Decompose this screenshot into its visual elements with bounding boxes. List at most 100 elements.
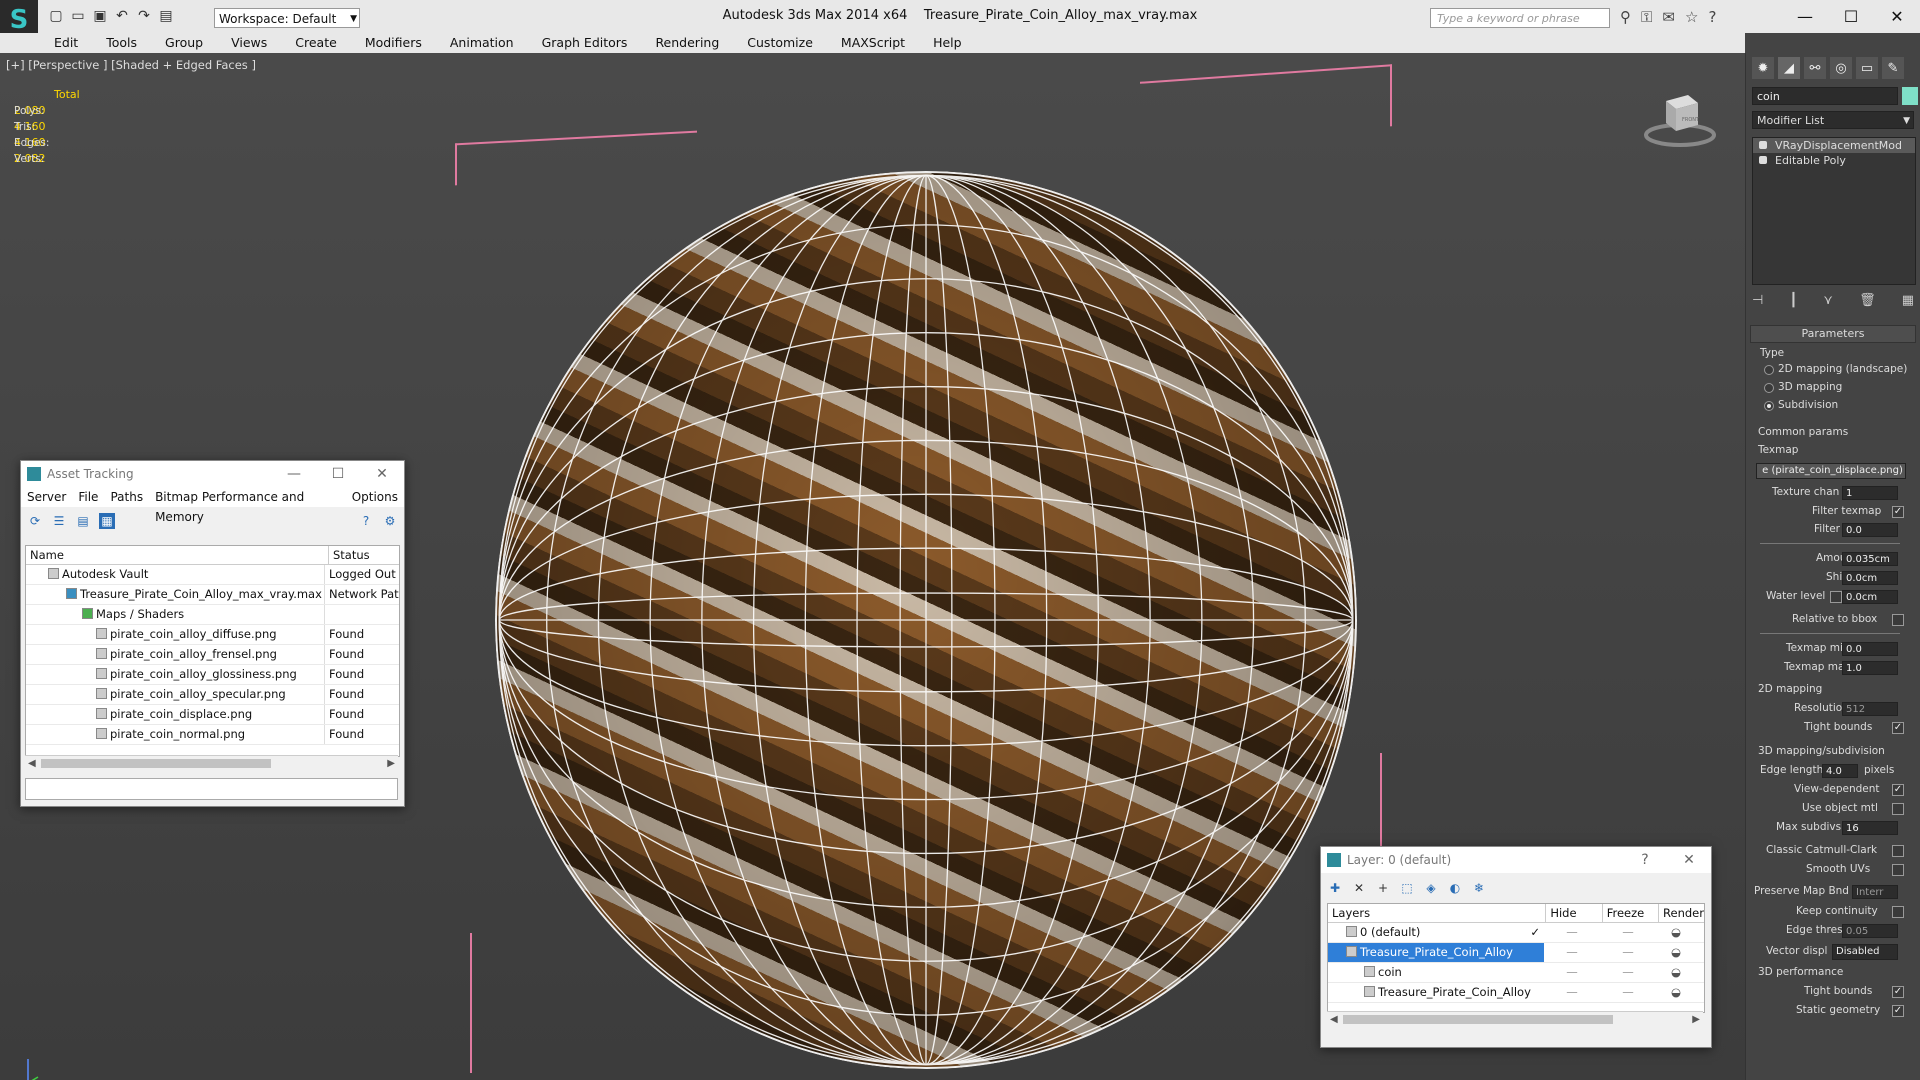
menu-help[interactable]: Help	[919, 33, 976, 53]
asset-tree-scrollbar[interactable]: ◀ ▶	[25, 755, 398, 771]
hierarchy-tab-icon[interactable]: ⚯	[1804, 57, 1826, 79]
hide-toggle[interactable]: —	[1544, 943, 1600, 962]
scrollbar-thumb[interactable]	[1343, 1015, 1613, 1024]
help-icon[interactable]: ?	[1708, 8, 1716, 26]
refresh-icon[interactable]: ⟳	[27, 513, 43, 529]
freeze-toggle[interactable]: —	[1600, 983, 1656, 1002]
minimize-icon[interactable]: —	[272, 461, 316, 487]
delete-layer-icon[interactable]: ✕	[1351, 880, 1367, 896]
layer-row[interactable]: 0 (default) ✓ — — ◒	[1328, 923, 1704, 943]
configure-sets-icon[interactable]: ▦	[1902, 293, 1914, 308]
asset-row[interactable]: Treasure_Pirate_Coin_Alloy_max_vray.max N…	[26, 585, 399, 605]
water-level-spinner[interactable]: 0.0cm	[1842, 590, 1898, 604]
parameters-rollout-header[interactable]: Parameters	[1750, 325, 1916, 343]
table-view-icon[interactable]: ▦	[99, 513, 115, 529]
scrollbar-thumb[interactable]	[41, 759, 271, 768]
filter-blur-spinner[interactable]: 0.0	[1842, 523, 1898, 537]
filter-texmap-checkbox[interactable]: ✓	[1892, 506, 1904, 518]
subscription-icon[interactable]: ⚿	[1641, 8, 1652, 26]
show-end-result-icon[interactable]: ┃	[1789, 293, 1797, 308]
maximize-icon[interactable]: ☐	[1828, 0, 1874, 33]
vector-displ-dropdown[interactable]: Disabled	[1832, 944, 1898, 960]
scroll-left-icon[interactable]: ◀	[1330, 1012, 1338, 1027]
water-level-checkbox[interactable]	[1830, 591, 1842, 603]
freeze-toggle[interactable]: —	[1600, 943, 1656, 962]
stack-item-vray-displacement[interactable]: VRayDisplacementMod	[1753, 138, 1915, 153]
tight-bounds-checkbox[interactable]: ✓	[1892, 722, 1904, 734]
radio-3d-mapping[interactable]	[1764, 383, 1774, 393]
tight-bounds-3d-checkbox[interactable]: ✓	[1892, 986, 1904, 998]
menu-modifiers[interactable]: Modifiers	[351, 33, 436, 53]
freeze-toggle[interactable]: —	[1600, 923, 1656, 942]
select-objects-icon[interactable]: ⬚	[1399, 880, 1415, 896]
binoculars-icon[interactable]: ⚲	[1620, 8, 1631, 26]
menu-customize[interactable]: Customize	[733, 33, 827, 53]
menu-rendering[interactable]: Rendering	[641, 33, 733, 53]
render-teapot-icon[interactable]: ◒	[1656, 943, 1696, 962]
close-icon[interactable]: ✕	[1874, 0, 1920, 33]
use-object-mtl-checkbox[interactable]	[1892, 803, 1904, 815]
menu-group[interactable]: Group	[151, 33, 217, 53]
search-input[interactable]: Type a keyword or phrase	[1430, 8, 1610, 28]
modifier-list-dropdown[interactable]: Modifier List ▼	[1752, 111, 1914, 129]
catmull-clark-checkbox[interactable]	[1892, 845, 1904, 857]
asset-row[interactable]: pirate_coin_normal.png Found	[26, 725, 399, 745]
motion-tab-icon[interactable]: ◎	[1830, 57, 1852, 79]
layer-dialog-titlebar[interactable]: Layer: 0 (default) ? ✕	[1321, 847, 1711, 873]
view-dependent-checkbox[interactable]: ✓	[1892, 784, 1904, 796]
menu-animation[interactable]: Animation	[436, 33, 528, 53]
texmap-button[interactable]: e (pirate_coin_displace.png)	[1756, 463, 1906, 479]
radio-2d-mapping[interactable]	[1764, 365, 1774, 375]
column-hide[interactable]: Hide	[1545, 904, 1601, 922]
column-name[interactable]: Name	[26, 546, 328, 564]
menu-paths[interactable]: Paths	[104, 487, 149, 507]
create-tab-icon[interactable]: ✹	[1752, 57, 1774, 79]
help-icon[interactable]: ?	[358, 513, 374, 529]
radio-subdivision[interactable]	[1764, 401, 1774, 411]
utilities-tab-icon[interactable]: ✎	[1882, 57, 1904, 79]
layer-row[interactable]: coin — — ◒	[1328, 963, 1704, 983]
menu-views[interactable]: Views	[217, 33, 281, 53]
object-color-swatch[interactable]	[1902, 87, 1918, 105]
static-geometry-checkbox[interactable]: ✓	[1892, 1005, 1904, 1017]
close-icon[interactable]: ✕	[1667, 847, 1711, 873]
column-status[interactable]: Status	[328, 546, 370, 564]
lightbulb-icon[interactable]	[1759, 141, 1767, 149]
edge-length-spinner[interactable]: 4.0	[1822, 764, 1858, 778]
asset-row[interactable]: pirate_coin_alloy_glossiness.png Found	[26, 665, 399, 685]
active-layer-check-icon[interactable]: ✓	[1530, 923, 1540, 942]
render-teapot-icon[interactable]: ◒	[1656, 983, 1696, 1002]
amount-spinner[interactable]: 0.035cm	[1842, 552, 1898, 566]
scroll-left-icon[interactable]: ◀	[28, 756, 36, 771]
hide-toggle[interactable]: —	[1544, 923, 1600, 942]
new-layer-icon[interactable]: ✚	[1327, 880, 1343, 896]
scroll-right-icon[interactable]: ▶	[1692, 1012, 1700, 1027]
shift-spinner[interactable]: 0.0cm	[1842, 571, 1898, 585]
menu-maxscript[interactable]: MAXScript	[827, 33, 919, 53]
menu-tools[interactable]: Tools	[92, 33, 151, 53]
display-tab-icon[interactable]: ▭	[1856, 57, 1878, 79]
detail-view-icon[interactable]: ▤	[75, 513, 91, 529]
layer-row[interactable]: Treasure_Pirate_Coin_Alloy — — ◒	[1328, 943, 1704, 963]
edge-thresh-spinner[interactable]: 0.05	[1842, 924, 1898, 938]
smooth-uvs-checkbox[interactable]	[1892, 864, 1904, 876]
asset-path-field[interactable]	[25, 778, 398, 800]
stack-item-editable-poly[interactable]: Editable Poly	[1753, 153, 1915, 168]
expand-icon[interactable]	[1759, 156, 1767, 164]
menu-graph-editors[interactable]: Graph Editors	[528, 33, 642, 53]
make-unique-icon[interactable]: ⋎	[1823, 293, 1833, 308]
menu-options[interactable]: Options	[346, 487, 404, 507]
asset-row[interactable]: pirate_coin_alloy_frensel.png Found	[26, 645, 399, 665]
asset-row[interactable]: pirate_coin_displace.png Found	[26, 705, 399, 725]
menu-create[interactable]: Create	[281, 33, 351, 53]
object-name-field[interactable]: coin	[1752, 87, 1898, 105]
texmap-min-spinner[interactable]: 0.0	[1842, 642, 1898, 656]
menu-bitmap-performance[interactable]: Bitmap Performance and Memory	[149, 487, 346, 524]
freeze-all-icon[interactable]: ❄	[1471, 880, 1487, 896]
favorites-icon[interactable]: ☆	[1685, 8, 1698, 26]
asset-row[interactable]: pirate_coin_alloy_diffuse.png Found	[26, 625, 399, 645]
highlight-layer-icon[interactable]: ◈	[1423, 880, 1439, 896]
render-teapot-icon[interactable]: ◒	[1656, 963, 1696, 982]
column-layers[interactable]: Layers	[1328, 904, 1545, 922]
preserve-map-dropdown[interactable]: Interr	[1852, 885, 1898, 899]
